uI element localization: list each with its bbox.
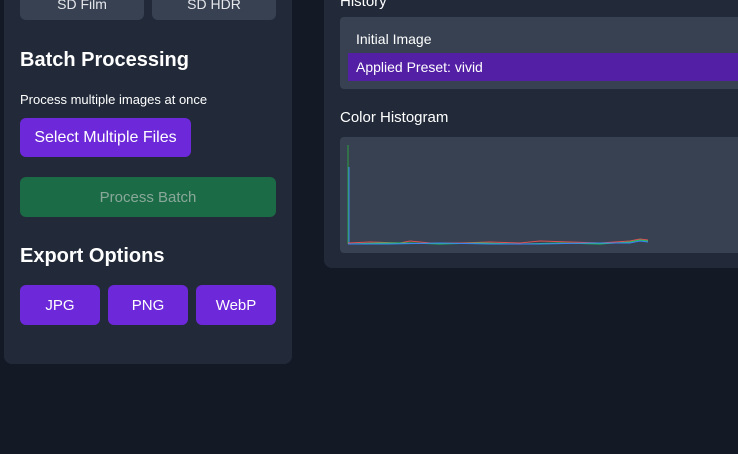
preset-sd-film-button[interactable]: SD Film: [20, 0, 144, 20]
batch-processing-description: Process multiple images at once: [20, 92, 208, 107]
app-root: SD Film SD HDR Batch Processing Process …: [0, 0, 738, 454]
color-histogram-canvas: [340, 137, 738, 253]
export-options-title: Export Options: [20, 245, 165, 267]
export-jpg-button[interactable]: JPG: [20, 285, 100, 325]
histogram-plot: [347, 145, 649, 245]
histogram-red-channel: [347, 238, 649, 244]
preset-sd-hdr-button[interactable]: SD HDR: [152, 0, 276, 20]
history-item-applied-preset[interactable]: Applied Preset: vivid: [348, 53, 738, 81]
export-png-button[interactable]: PNG: [108, 285, 188, 325]
history-title: History: [340, 0, 387, 10]
history-item-initial-image[interactable]: Initial Image: [348, 25, 431, 53]
process-batch-button[interactable]: Process Batch: [20, 177, 276, 217]
batch-processing-title: Batch Processing: [20, 49, 189, 71]
select-multiple-files-button[interactable]: Select Multiple Files: [20, 118, 191, 157]
color-histogram-title: Color Histogram: [340, 109, 449, 126]
export-webp-button[interactable]: WebP: [196, 285, 276, 325]
